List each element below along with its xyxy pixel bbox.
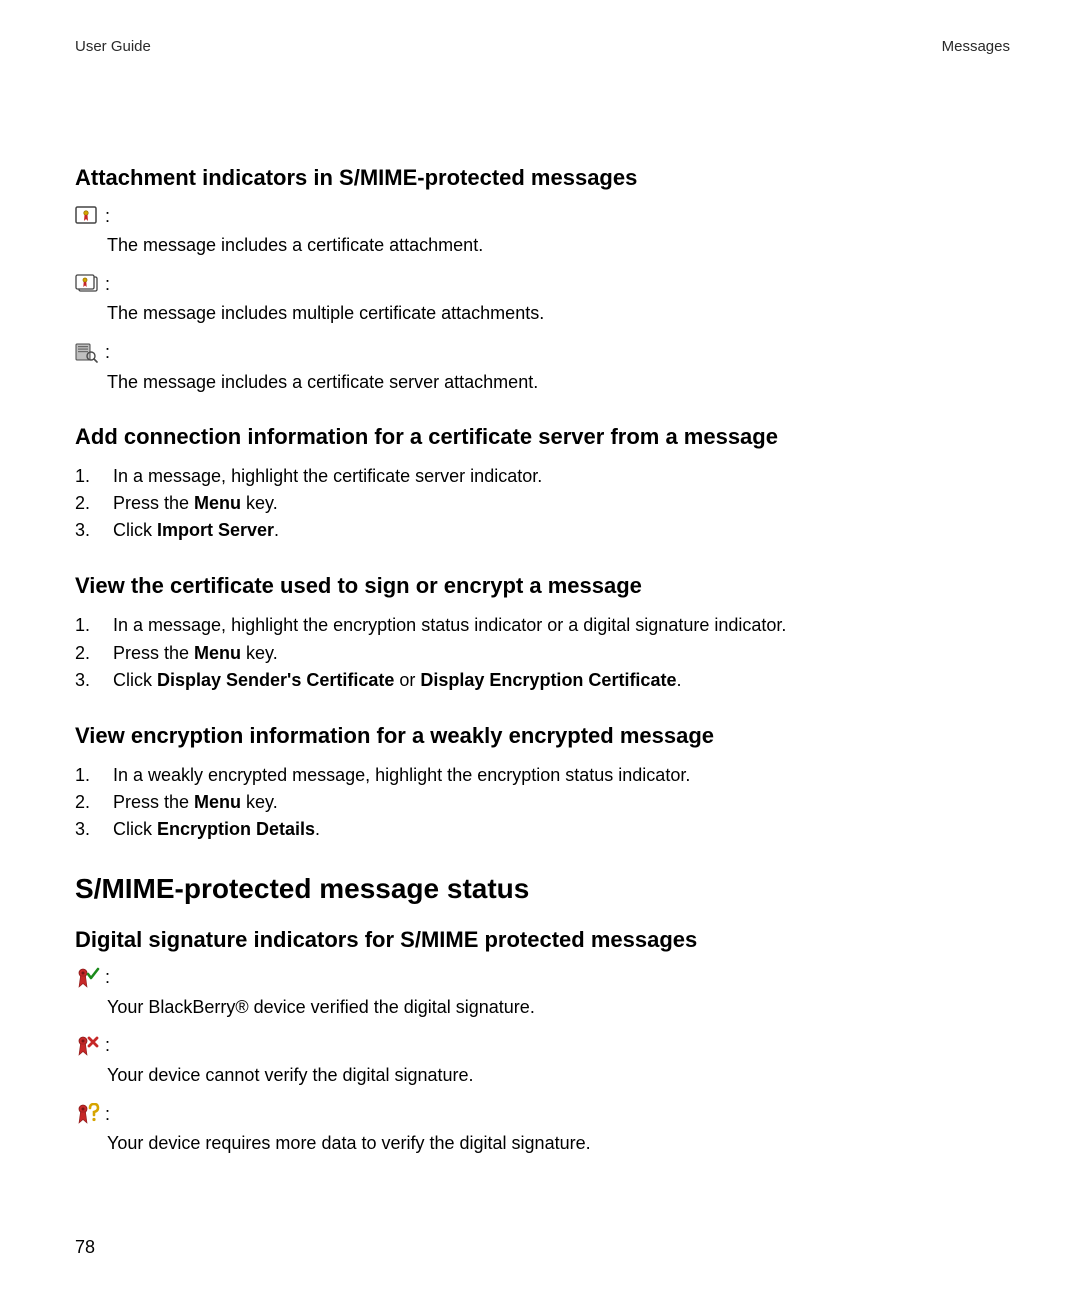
page-header: User Guide Messages — [75, 38, 1010, 55]
indicator-head: : — [75, 273, 1010, 295]
list-item: 1. In a message, highlight the encryptio… — [75, 613, 1010, 638]
indicator-item: : Your device requires more data to veri… — [75, 1103, 1010, 1155]
colon: : — [105, 967, 110, 988]
indicator-desc: Your device cannot verify the digital si… — [107, 1063, 1010, 1087]
sig-verified-icon — [75, 967, 101, 989]
list-text: In a message, highlight the encryption s… — [113, 613, 786, 638]
list-number: 2. — [75, 491, 95, 516]
sig-failed-icon — [75, 1035, 101, 1057]
section-title-view-encryption: View encryption information for a weakly… — [75, 723, 1010, 749]
indicator-item: : Your BlackBerry® device verified the d… — [75, 967, 1010, 1019]
list-item: 3. Click Import Server. — [75, 518, 1010, 543]
list-number: 1. — [75, 464, 95, 489]
list-item: 1. In a message, highlight the certifica… — [75, 464, 1010, 489]
cert-single-icon — [75, 205, 101, 227]
list-number: 1. — [75, 763, 95, 788]
list-text: Press the Menu key. — [113, 641, 278, 666]
colon: : — [105, 342, 110, 363]
indicator-head: : — [75, 967, 1010, 989]
list-text: In a message, highlight the certificate … — [113, 464, 542, 489]
list-text: Press the Menu key. — [113, 790, 278, 815]
list-number: 2. — [75, 641, 95, 666]
indicator-desc: Your device requires more data to verify… — [107, 1131, 1010, 1155]
header-right: Messages — [942, 38, 1010, 55]
list-item: 1. In a weakly encrypted message, highli… — [75, 763, 1010, 788]
indicator-head: : — [75, 1103, 1010, 1125]
list-number: 2. — [75, 790, 95, 815]
colon: : — [105, 274, 110, 295]
indicator-desc: Your BlackBerry® device verified the dig… — [107, 995, 1010, 1019]
indicator-desc: The message includes a certificate serve… — [107, 370, 1010, 394]
list-text: Press the Menu key. — [113, 491, 278, 516]
list-number: 3. — [75, 817, 95, 842]
header-left: User Guide — [75, 38, 151, 55]
list-item: 2. Press the Menu key. — [75, 641, 1010, 666]
list-number: 1. — [75, 613, 95, 638]
cert-server-icon — [75, 342, 101, 364]
page-number: 78 — [75, 1237, 95, 1258]
indicator-item: : Your device cannot verify the digital … — [75, 1035, 1010, 1087]
list-item: 2. Press the Menu key. — [75, 790, 1010, 815]
section-title-view-certificate: View the certificate used to sign or enc… — [75, 573, 1010, 599]
section-title-add-connection: Add connection information for a certifi… — [75, 424, 1010, 450]
section-title-attachment-indicators: Attachment indicators in S/MIME-protecte… — [75, 165, 1010, 191]
sig-pending-icon — [75, 1103, 101, 1125]
colon: : — [105, 1104, 110, 1125]
list-text: Click Encryption Details. — [113, 817, 320, 842]
list-text: In a weakly encrypted message, highlight… — [113, 763, 690, 788]
indicator-desc: The message includes multiple certificat… — [107, 301, 1010, 325]
colon: : — [105, 206, 110, 227]
indicator-item: : The message includes a certificate ser… — [75, 342, 1010, 394]
indicator-item: : The message includes a certificate att… — [75, 205, 1010, 257]
list-text: Click Display Sender's Certificate or Di… — [113, 668, 681, 693]
indicator-head: : — [75, 205, 1010, 227]
indicator-item: : The message includes multiple certific… — [75, 273, 1010, 325]
cert-multi-icon — [75, 273, 101, 295]
list-item: 3. Click Encryption Details. — [75, 817, 1010, 842]
section-title-digital-sig-indicators: Digital signature indicators for S/MIME … — [75, 927, 1010, 953]
list-item: 3. Click Display Sender's Certificate or… — [75, 668, 1010, 693]
list-number: 3. — [75, 668, 95, 693]
document-page: User Guide Messages Attachment indicator… — [0, 0, 1080, 1296]
list-item: 2. Press the Menu key. — [75, 491, 1010, 516]
list-text: Click Import Server. — [113, 518, 279, 543]
indicator-desc: The message includes a certificate attac… — [107, 233, 1010, 257]
heading-smime-status: S/MIME-protected message status — [75, 873, 1010, 905]
colon: : — [105, 1035, 110, 1056]
list-number: 3. — [75, 518, 95, 543]
indicator-head: : — [75, 1035, 1010, 1057]
indicator-head: : — [75, 342, 1010, 364]
